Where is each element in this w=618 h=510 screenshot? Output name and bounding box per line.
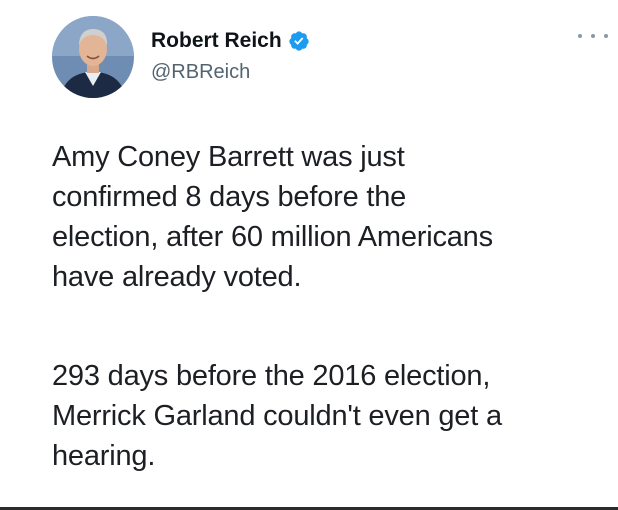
more-options-button[interactable] xyxy=(578,26,608,46)
tweet-line: confirmed 8 days before the xyxy=(52,181,407,213)
tweet-line: 293 days before the 2016 election, xyxy=(52,360,491,392)
tweet-line: hearing. xyxy=(52,440,156,472)
avatar-photo xyxy=(52,16,134,98)
tweet-line: Amy Coney Barrett was just xyxy=(52,141,405,173)
tweet-paragraph: Amy Coney Barrett was just confirmed 8 d… xyxy=(52,137,612,297)
avatar[interactable] xyxy=(52,16,134,98)
author-handle[interactable]: @RBReich xyxy=(151,59,250,85)
author-display-name[interactable]: Robert Reich xyxy=(151,28,282,54)
tweet-paragraph: 293 days before the 2016 election, Merri… xyxy=(52,356,612,476)
tweet-line: Merrick Garland couldn't even get a xyxy=(52,400,502,432)
more-horizontal-icon-dot xyxy=(604,34,608,38)
more-horizontal-icon xyxy=(578,34,582,38)
verified-badge-icon xyxy=(288,30,310,52)
tweet-line: have already voted. xyxy=(52,261,302,293)
more-horizontal-icon-dot xyxy=(591,34,595,38)
author-name-row: Robert Reich xyxy=(151,28,310,54)
tweet-card: Robert Reich @RBReich Amy Coney Barrett … xyxy=(0,0,618,510)
tweet-line: election, after 60 million Americans xyxy=(52,221,493,253)
